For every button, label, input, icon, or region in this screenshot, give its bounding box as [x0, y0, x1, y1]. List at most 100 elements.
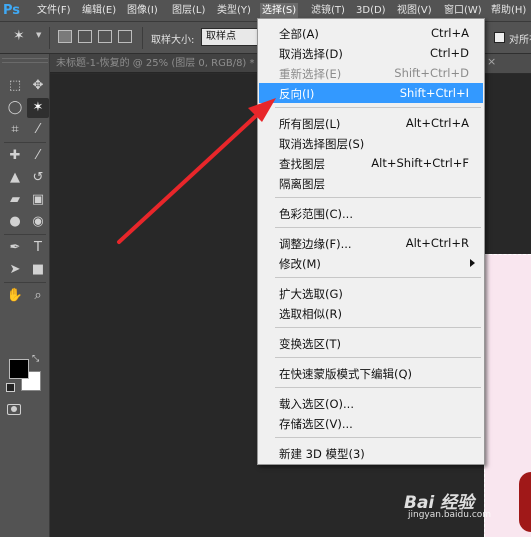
magic-wand-preset-icon[interactable]: ✶ — [13, 28, 35, 46]
menu-image[interactable]: 图像(I) — [125, 3, 160, 19]
foreground-color-swatch[interactable] — [9, 359, 29, 379]
brush-tool-icon[interactable]: ⁄ — [27, 146, 49, 166]
document-tab-secondary[interactable]: × — [480, 54, 531, 73]
menu-item-similar[interactable]: 选取相似(R) — [259, 303, 483, 323]
menu-item-deselect[interactable]: 取消选择(D) Ctrl+D — [259, 43, 483, 63]
menu-item-label: 隔离图层 — [279, 177, 325, 191]
watermark-url: jingyan.baidu.com — [408, 510, 492, 520]
menu-item-deselect-layers[interactable]: 取消选择图层(S) — [259, 133, 483, 153]
menu-item-label: 扩大选取(G) — [279, 287, 343, 301]
menu-layer[interactable]: 图层(L) — [170, 3, 207, 19]
menu-separator — [275, 107, 481, 108]
menu-item-select-all[interactable]: 全部(A) Ctrl+A — [259, 23, 483, 43]
menu-separator — [275, 197, 481, 198]
menu-item-transform-selection[interactable]: 变换选区(T) — [259, 333, 483, 353]
toolbox-divider — [4, 142, 46, 143]
document-tab[interactable]: 未标题-1-恢复的 @ 25% (图层 0, RGB/8) * — [56, 56, 255, 72]
toolbox: ⬚ ✥ ◯ ✶ ⌗ ⁄ ✚ ⁄ ▲ ↺ ▰ ▣ ● ◉ ✒ T ➤ ■ ✋ ⌕ … — [0, 54, 50, 537]
sample-all-layers-checkbox[interactable] — [494, 32, 505, 43]
menu-item-color-range[interactable]: 色彩范围(C)... — [259, 203, 483, 223]
marquee-tool-icon[interactable]: ⬚ — [4, 76, 26, 96]
menu-window[interactable]: 窗口(W) — [442, 3, 484, 19]
close-icon[interactable]: × — [487, 55, 496, 68]
menu-item-shortcut: Alt+Ctrl+A — [405, 116, 469, 130]
menu-item-save-selection[interactable]: 存储选区(V)... — [259, 413, 483, 433]
hand-tool-icon[interactable]: ✋ — [4, 286, 26, 306]
add-selection-mode-button[interactable] — [78, 30, 92, 43]
path-selection-icon[interactable]: ➤ — [4, 260, 26, 280]
menu-item-load-selection[interactable]: 载入选区(O)... — [259, 393, 483, 413]
swap-colors-icon[interactable]: ⤡ — [32, 354, 39, 364]
menu-type[interactable]: 类型(Y) — [215, 3, 253, 19]
menu-view[interactable]: 视图(V) — [395, 3, 434, 19]
menu-item-label: 选取相似(R) — [279, 307, 342, 321]
crop-tool-icon[interactable]: ⌗ — [4, 120, 26, 140]
menu-item-inverse[interactable]: 反向(I) Shift+Ctrl+I — [259, 83, 483, 103]
blur-tool-icon[interactable]: ● — [4, 212, 26, 232]
subtract-selection-mode-button[interactable] — [98, 30, 112, 43]
menu-item-label: 取消选择图层(S) — [279, 137, 365, 151]
options-divider — [142, 27, 143, 49]
chevron-down-icon[interactable]: ▼ — [36, 31, 41, 39]
clone-stamp-icon[interactable]: ▲ — [4, 168, 26, 188]
lasso-tool-icon[interactable]: ◯ — [4, 98, 26, 118]
healing-brush-icon[interactable]: ✚ — [4, 146, 26, 166]
toolbox-divider — [4, 282, 46, 283]
submenu-arrow-icon — [470, 259, 475, 267]
menu-3d[interactable]: 3D(D) — [354, 3, 388, 19]
photoshop-logo: Ps — [3, 3, 21, 18]
toolbox-grip[interactable] — [2, 58, 48, 63]
eraser-tool-icon[interactable]: ▰ — [4, 190, 26, 210]
menu-item-label: 变换选区(T) — [279, 337, 341, 351]
menu-item-find-layers[interactable]: 查找图层 Alt+Shift+Ctrl+F — [259, 153, 483, 173]
pen-tool-icon[interactable]: ✒ — [4, 238, 26, 258]
menu-item-refine-edge[interactable]: 调整边缘(F)... Alt+Ctrl+R — [259, 233, 483, 253]
menu-separator — [275, 387, 481, 388]
rectangle-tool-icon[interactable]: ■ — [27, 260, 49, 280]
menu-item-all-layers[interactable]: 所有图层(L) Alt+Ctrl+A — [259, 113, 483, 133]
quick-mask-icon[interactable] — [7, 404, 21, 415]
menu-item-label: 反向(I) — [279, 87, 315, 101]
menu-item-grow[interactable]: 扩大选取(G) — [259, 283, 483, 303]
menu-item-label: 载入选区(O)... — [279, 397, 354, 411]
menu-file[interactable]: 文件(F) — [35, 3, 73, 19]
menu-item-label: 存储选区(V)... — [279, 417, 353, 431]
toolbox-divider — [4, 234, 46, 235]
menu-item-label: 色彩范围(C)... — [279, 207, 353, 221]
menu-item-new-3d-model[interactable]: 新建 3D 模型(3) — [259, 443, 483, 463]
menu-item-shortcut: Ctrl+D — [430, 46, 469, 60]
menu-separator — [275, 327, 481, 328]
sample-size-select[interactable]: 取样点 — [201, 28, 263, 46]
zoom-tool-icon[interactable]: ⌕ — [27, 286, 49, 306]
sample-all-layers-label: 对所有 — [509, 35, 531, 46]
menu-item-label: 所有图层(L) — [279, 117, 341, 131]
eyedropper-tool-icon[interactable]: ⁄ — [27, 120, 49, 140]
menu-separator — [275, 357, 481, 358]
menu-item-label: 修改(M) — [279, 257, 321, 271]
menu-item-reselect[interactable]: 重新选择(E) Shift+Ctrl+D — [259, 63, 483, 83]
menu-item-shortcut: Shift+Ctrl+I — [399, 86, 469, 100]
menu-edit[interactable]: 编辑(E) — [80, 3, 118, 19]
menu-item-modify[interactable]: 修改(M) — [259, 253, 483, 273]
gradient-tool-icon[interactable]: ▣ — [27, 190, 49, 210]
intersect-selection-mode-button[interactable] — [118, 30, 132, 43]
type-tool-icon[interactable]: T — [27, 238, 49, 258]
menu-select[interactable]: 选择(S) — [260, 3, 299, 19]
sample-size-label: 取样大小: — [151, 35, 195, 46]
default-colors-icon[interactable] — [6, 383, 15, 392]
menu-item-shortcut: Alt+Ctrl+R — [405, 236, 469, 250]
dodge-tool-icon[interactable]: ◉ — [27, 212, 49, 232]
menu-item-label: 查找图层 — [279, 157, 325, 171]
menu-separator — [275, 227, 481, 228]
menu-item-isolate-layers[interactable]: 隔离图层 — [259, 173, 483, 193]
new-selection-mode-button[interactable] — [58, 30, 72, 43]
history-brush-icon[interactable]: ↺ — [27, 168, 49, 188]
menu-item-label: 取消选择(D) — [279, 47, 343, 61]
magic-wand-tool-icon[interactable]: ✶ — [27, 98, 49, 118]
move-tool-icon[interactable]: ✥ — [27, 76, 49, 96]
menu-separator — [275, 277, 481, 278]
menu-help[interactable]: 帮助(H) — [489, 3, 528, 19]
menu-item-label: 新建 3D 模型(3) — [279, 447, 365, 461]
menu-filter[interactable]: 滤镜(T) — [309, 3, 347, 19]
menu-item-quick-mask[interactable]: 在快速蒙版模式下编辑(Q) — [259, 363, 483, 383]
